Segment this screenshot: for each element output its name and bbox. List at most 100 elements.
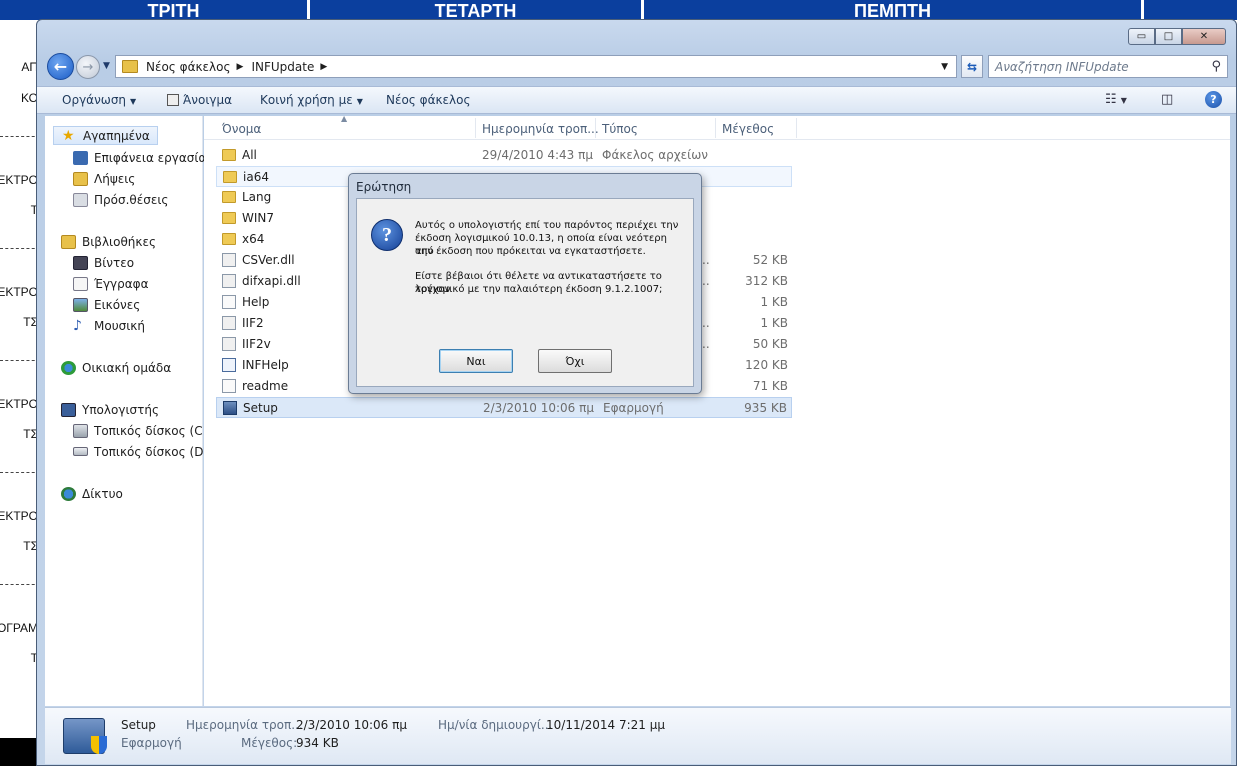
command-bar: Οργάνωση ▼ Άνοιγμα Κοινή χρήση με ▼ Νέος φ… (37, 86, 1236, 114)
chevron-down-icon: ▼ (130, 97, 137, 106)
refresh-button[interactable]: ⇆ (961, 55, 983, 78)
column-divider[interactable] (715, 118, 716, 138)
nav-libraries[interactable]: Βιβλιοθήκες (45, 232, 203, 251)
nav-network[interactable]: Δίκτυο (45, 484, 203, 503)
spreadsheet-header: ΤΡΙΤΗ ΤΕΤΑΡΤΗ ΠΕΜΠΤΗ (0, 0, 1237, 21)
new-folder-button[interactable]: Νέος φάκελος (386, 93, 471, 107)
file-size: 52 KB (752, 253, 788, 267)
question-icon: ? (371, 219, 403, 251)
day-wednesday: ΤΕΤΑΡΤΗ (310, 0, 644, 21)
nav-music[interactable]: ♪ Μουσική (45, 316, 203, 335)
nav-videos[interactable]: Βίντεο (45, 253, 203, 272)
file-row-setup[interactable]: Setup 2/3/2010 10:06 πμ Εφαρμογή 935 KB (216, 397, 792, 418)
chevron-down-icon: ▼ (103, 61, 110, 71)
column-size[interactable]: Μέγεθος (722, 122, 774, 136)
nav-homegroup[interactable]: Οικιακή ομάδα (45, 358, 203, 377)
minimize-button[interactable]: ▭ (1128, 28, 1155, 45)
file-date: 2/3/2010 10:06 πμ (483, 401, 594, 415)
folder-icon (222, 149, 236, 161)
file-size: 1 KB (760, 316, 788, 330)
back-button[interactable]: ← (47, 53, 74, 80)
video-icon (73, 255, 88, 270)
disk-d-icon (73, 447, 88, 456)
column-divider[interactable] (796, 118, 797, 138)
file-row-all[interactable]: All 29/4/2010 4:43 πμ Φάκελος αρχείων (216, 145, 792, 166)
nav-downloads[interactable]: Λήψεις (45, 169, 203, 188)
open-button[interactable]: Άνοιγμα (167, 93, 232, 107)
breadcrumb-infupdate[interactable]: INFUpdate (251, 60, 314, 74)
star-icon: ★ (62, 127, 75, 144)
left-label: ΕΚΤΡΟ (0, 285, 38, 299)
left-label: ΕΚΤΡΟ (0, 509, 38, 523)
nav-disk-c[interactable]: Τοπικός δίσκος (C:) (45, 421, 211, 440)
search-icon[interactable]: ⚲ (1211, 59, 1221, 74)
help-icon: ? (1210, 93, 1217, 106)
file-name: CSVer.dll (242, 253, 295, 267)
breadcrumb-new-folder[interactable]: Νέος φάκελος (146, 60, 231, 74)
close-button[interactable]: ✕ (1182, 28, 1226, 45)
recent-pages-dropdown[interactable]: ▼ (103, 61, 110, 71)
folder-icon (122, 60, 138, 73)
no-button[interactable]: Όχι (538, 349, 612, 373)
file-name: readme (242, 379, 289, 393)
column-name[interactable]: Όνομα (222, 122, 261, 136)
nav-disk-c-label: Τοπικός δίσκος (C:) (94, 423, 212, 438)
nav-libraries-label: Βιβλιοθήκες (82, 234, 157, 249)
nav-desktop[interactable]: Επιφάνεια εργασίας (45, 148, 213, 167)
close-icon: ✕ (1199, 31, 1209, 42)
question-dialog: Ερώτηση ? Αυτός ο υπολογιστής επί του πα… (348, 173, 702, 394)
setup-app-icon (223, 401, 237, 415)
nav-computer[interactable]: Υπολογιστής (45, 400, 203, 419)
forward-arrow-icon: → (82, 59, 94, 75)
file-type: Φάκελος αρχείων (602, 148, 708, 162)
file-size: 50 KB (752, 337, 788, 351)
file-type: Εφαρμογή (603, 401, 664, 415)
column-date[interactable]: Ημερομηνία τροπ... (482, 122, 599, 136)
column-type[interactable]: Τύπος (602, 122, 638, 136)
recent-places-icon (73, 192, 88, 207)
column-divider[interactable] (595, 118, 596, 138)
file-name: INFHelp (242, 358, 289, 372)
help-button[interactable]: ? (1205, 91, 1222, 108)
nav-downloads-label: Λήψεις (94, 171, 136, 186)
details-created-label: Ημ/νία δημιουργί... (438, 718, 553, 732)
row-rule (0, 584, 40, 585)
share-button[interactable]: Κοινή χρήση με ▼ (260, 93, 363, 107)
nav-pictures[interactable]: Εικόνες (45, 295, 203, 314)
details-size-value: 934 KB (296, 736, 339, 750)
homegroup-icon (61, 360, 76, 375)
yes-button[interactable]: Ναι (439, 349, 513, 373)
breadcrumb-separator-icon[interactable]: ▶ (320, 62, 327, 72)
address-bar[interactable]: Νέος φάκελος ▶ INFUpdate ▶ ▼ (115, 55, 957, 78)
window-app-icon (222, 358, 236, 372)
day-tuesday: ΤΡΙΤΗ (40, 0, 310, 21)
row-rule (0, 472, 40, 473)
details-type: Εφαρμογή (121, 736, 182, 750)
search-input[interactable]: Αναζήτηση INFUpdate ⚲ (988, 55, 1228, 78)
view-options-button[interactable]: ☷ ▼ (1105, 92, 1127, 107)
organize-button[interactable]: Οργάνωση ▼ (62, 93, 136, 107)
file-date: 29/4/2010 4:43 πμ (482, 148, 593, 162)
truncation-mark: .. (702, 253, 710, 267)
details-name: Setup (121, 718, 156, 732)
address-dropdown-icon[interactable]: ▼ (941, 62, 948, 72)
file-name: WIN7 (242, 211, 275, 225)
nav-computer-label: Υπολογιστής (82, 402, 159, 417)
forward-button[interactable]: → (76, 55, 100, 79)
maximize-icon: □ (1163, 31, 1174, 42)
maximize-button[interactable]: □ (1155, 28, 1182, 45)
preview-pane-button[interactable]: ◫ (1161, 92, 1173, 107)
dll-file-icon (222, 253, 236, 267)
nav-favorites[interactable]: ★ Αγαπημένα (53, 126, 158, 145)
nav-recent[interactable]: Πρόσ.θέσεις (45, 190, 203, 209)
nav-disk-d[interactable]: Τοπικός δίσκος (D:) (45, 442, 212, 461)
nav-pictures-label: Εικόνες (94, 297, 141, 312)
file-name: x64 (242, 232, 265, 246)
breadcrumb-separator-icon[interactable]: ▶ (237, 62, 244, 72)
column-divider[interactable] (475, 118, 476, 138)
details-modified-label: Ημερομηνία τροπ... (186, 718, 303, 732)
nav-music-label: Μουσική (94, 318, 145, 333)
open-icon (167, 94, 179, 106)
black-strip (0, 738, 40, 766)
nav-documents[interactable]: Έγγραφα (45, 274, 203, 293)
